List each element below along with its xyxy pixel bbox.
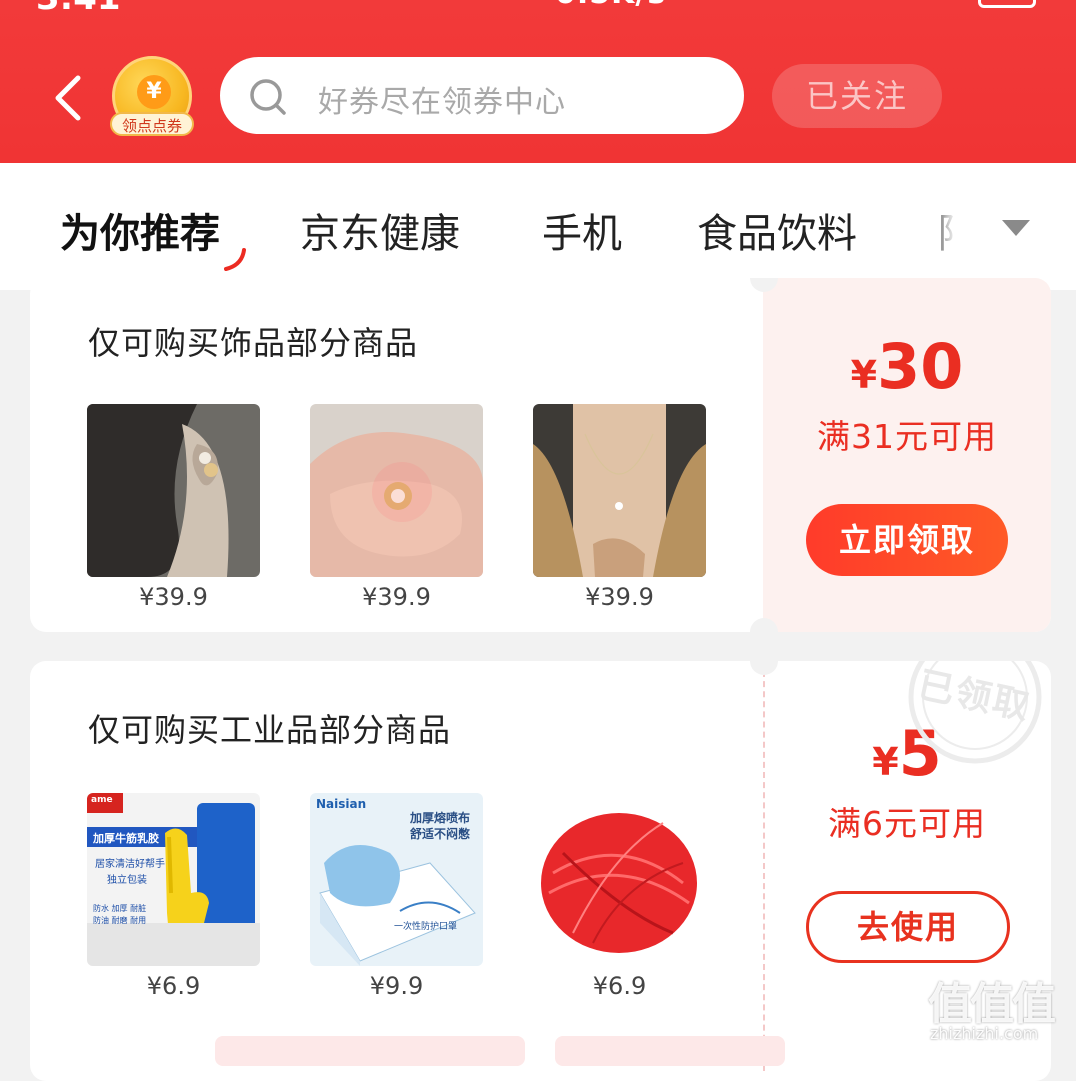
product-item[interactable]: ¥39.9: [310, 404, 483, 611]
partial-card: [555, 1036, 785, 1066]
coupon-logo-label: 领点点券: [110, 112, 194, 136]
product-price: ¥6.9: [592, 972, 647, 1000]
product-text: 舒适不闷憋: [410, 827, 471, 841]
partial-card: [215, 1036, 525, 1066]
coupon-card: 仅可购买饰品部分商品 ¥39.9 ¥39.9 ¥39.9 ¥30 满31元可用 …: [30, 278, 1051, 632]
coupon-title: 仅可购买饰品部分商品: [88, 324, 419, 362]
product-text: 加厚熔喷布: [410, 811, 471, 825]
product-image-gloves: ame 加厚牛筋乳胶 居家清洁好帮手 独立包装 防水 加厚 耐脏 防油 耐磨 耐…: [87, 793, 260, 966]
coupon-amount: ¥30: [763, 330, 1051, 403]
brand-label: Naisian: [316, 797, 367, 811]
tab-phones[interactable]: 手机: [542, 201, 622, 259]
watermark-url: zhizhizhi.com: [930, 1024, 1039, 1043]
claim-button[interactable]: 立即领取: [806, 504, 1008, 576]
search-placeholder: 好券尽在领券中心: [318, 85, 566, 120]
coupon-title: 仅可购买工业品部分商品: [88, 711, 452, 749]
coupon-card: 仅可购买工业品部分商品 ame 加厚牛筋乳胶 居家清洁好帮手 独立包装 防水 加…: [30, 661, 1051, 1081]
product-image-necklace: [533, 404, 706, 577]
currency-symbol: ¥: [850, 353, 878, 397]
product-image-masks: Naisian 加厚熔喷布 舒适不闷憋 一次性防护口罩: [310, 793, 483, 966]
back-button[interactable]: [44, 70, 92, 126]
currency-symbol: ¥: [872, 740, 899, 784]
search-input[interactable]: 好券尽在领券中心: [220, 57, 744, 134]
product-price: ¥9.9: [369, 972, 424, 1000]
tab-active-indicator: [224, 248, 246, 271]
coupon-amount: ¥5: [763, 717, 1051, 790]
site-watermark: 值值值 zhizhizhi.com: [928, 968, 1068, 1048]
product-image-earring: [87, 404, 260, 577]
product-item[interactable]: ame 加厚牛筋乳胶 居家清洁好帮手 独立包装 防水 加厚 耐脏 防油 耐磨 耐…: [87, 793, 260, 1000]
product-item[interactable]: Naisian 加厚熔喷布 舒适不闷憋 一次性防护口罩 ¥9.9: [310, 793, 483, 1000]
product-text: 一次性防护口罩: [394, 922, 458, 932]
use-button[interactable]: 去使用: [806, 891, 1010, 963]
product-text: 独立包装: [107, 875, 147, 886]
product-text: 防油 耐磨 耐用: [93, 916, 147, 925]
product-text: 防水 加厚 耐脏: [93, 904, 147, 913]
brand-label: ame: [91, 795, 113, 805]
category-tabs: 为你推荐 京东健康 手机 食品饮料 陆: [0, 163, 1076, 290]
tab-food-drinks[interactable]: 食品饮料: [697, 201, 857, 259]
product-image-twine: [533, 793, 706, 966]
top-header: 3:41 0.5K/s ¥ 领点点券 好券尽在领券中心 已关注: [0, 0, 1076, 163]
battery-icon: [978, 0, 1036, 8]
tab-recommended[interactable]: 为你推荐: [60, 201, 220, 259]
amount-value: 5: [898, 717, 942, 790]
network-speed: 0.5K/s: [555, 0, 666, 11]
chevron-down-icon[interactable]: [1000, 217, 1032, 239]
product-text: 加厚牛筋乳胶: [93, 832, 159, 845]
coupon-condition: 满31元可用: [817, 417, 997, 456]
coupon-center-logo[interactable]: ¥ 领点点券: [110, 56, 194, 138]
product-item[interactable]: ¥39.9: [87, 404, 260, 611]
tab-jd-health[interactable]: 京东健康: [300, 201, 460, 259]
product-item[interactable]: ¥6.9: [533, 793, 706, 1000]
product-price: ¥39.9: [139, 583, 208, 611]
coupon-value-panel: ¥30 满31元可用 立即领取: [763, 278, 1051, 632]
product-price: ¥6.9: [146, 972, 201, 1000]
yen-icon: ¥: [137, 75, 171, 109]
amount-value: 30: [877, 330, 964, 403]
follow-button[interactable]: 已关注: [772, 64, 942, 128]
product-price: ¥39.9: [585, 583, 654, 611]
status-time: 3:41: [36, 0, 121, 18]
watermark-logo: 值值值: [928, 979, 1056, 1030]
product-text: 居家清洁好帮手: [95, 859, 165, 870]
chevron-left-icon: [55, 75, 81, 121]
product-price: ¥39.9: [362, 583, 431, 611]
status-bar: 3:41 0.5K/s: [0, 0, 1076, 20]
coupon-condition: 满6元可用: [828, 804, 986, 843]
product-item[interactable]: ¥39.9: [533, 404, 706, 611]
product-image-stud: [310, 404, 483, 577]
search-icon: [250, 79, 286, 115]
